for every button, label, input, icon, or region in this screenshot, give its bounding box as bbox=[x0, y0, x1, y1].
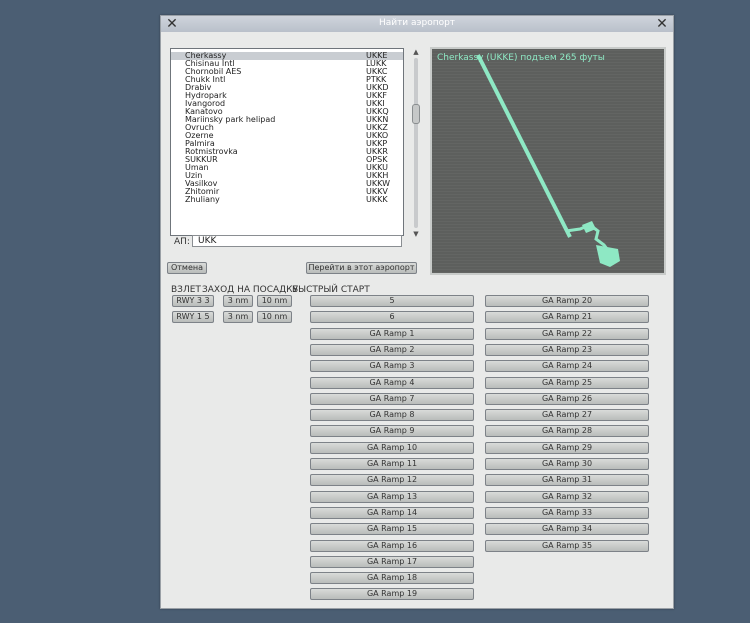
ramp-start-button[interactable]: GA Ramp 21 bbox=[485, 311, 649, 324]
airport-code: UKKK bbox=[366, 195, 388, 204]
ramp-start-button[interactable]: 5 bbox=[310, 295, 474, 307]
runway-strip bbox=[476, 54, 572, 238]
search-label: АП: bbox=[174, 237, 190, 247]
approach-3nm-button[interactable]: 3 nm bbox=[223, 311, 253, 323]
apron-small bbox=[582, 221, 596, 233]
ramp-start-button[interactable]: GA Ramp 23 bbox=[485, 343, 649, 356]
airport-map[interactable]: Cherkassy (UKKE) подъем 265 футы bbox=[430, 47, 666, 275]
ramp-start-button[interactable]: GA Ramp 3 bbox=[310, 360, 474, 373]
map-airport-label: Cherkassy (UKKE) подъем 265 футы bbox=[437, 53, 605, 63]
ramp-start-button[interactable]: GA Ramp 34 bbox=[485, 523, 649, 536]
goto-airport-button[interactable]: Перейти в этот аэропорт bbox=[306, 262, 417, 274]
close-icon-right[interactable]: ✕ bbox=[655, 16, 669, 32]
ramp-start-button[interactable]: GA Ramp 27 bbox=[485, 409, 649, 422]
ramp-start-button[interactable]: GA Ramp 4 bbox=[310, 376, 474, 389]
ramp-start-button[interactable]: GA Ramp 32 bbox=[485, 490, 649, 503]
ramp-start-button[interactable]: GA Ramp 17 bbox=[310, 555, 474, 568]
ramp-start-button[interactable]: GA Ramp 24 bbox=[485, 360, 649, 373]
window-title: Найти аэропорт bbox=[378, 18, 456, 28]
runway-takeoff-button[interactable]: RWY 3 3 bbox=[172, 295, 214, 307]
ramp-start-button[interactable]: GA Ramp 29 bbox=[485, 441, 649, 454]
quick-start-heading: БЫСТРЫЙ СТАРТ bbox=[292, 285, 370, 295]
ramp-start-button[interactable]: GA Ramp 19 bbox=[310, 588, 474, 601]
title-bar[interactable]: ✕ Найти аэропорт ✕ bbox=[161, 16, 673, 32]
ramp-start-button[interactable]: GA Ramp 33 bbox=[485, 506, 649, 519]
ramp-start-button[interactable]: GA Ramp 28 bbox=[485, 425, 649, 438]
ramp-start-button[interactable]: GA Ramp 9 bbox=[310, 425, 474, 438]
ramp-start-button[interactable]: GA Ramp 14 bbox=[310, 506, 474, 519]
ramp-start-button[interactable]: GA Ramp 31 bbox=[485, 474, 649, 487]
ramp-start-button[interactable]: 6 bbox=[310, 311, 474, 324]
airport-name: Zhuliany bbox=[185, 195, 220, 204]
airport-search-input[interactable]: UKK bbox=[192, 235, 402, 247]
ramp-start-button[interactable]: GA Ramp 22 bbox=[485, 327, 649, 340]
runway-diagram bbox=[476, 54, 620, 267]
takeoff-heading: ВЗЛЕТ bbox=[171, 285, 201, 295]
ramp-start-button[interactable]: GA Ramp 13 bbox=[310, 490, 474, 503]
cancel-button[interactable]: Отмена bbox=[167, 262, 207, 274]
list-scrollbar[interactable]: ▲ ▼ bbox=[412, 48, 420, 238]
ramp-start-button[interactable]: GA Ramp 30 bbox=[485, 458, 649, 470]
ramp-start-button[interactable]: GA Ramp 1 bbox=[310, 327, 474, 340]
apron bbox=[596, 245, 620, 267]
ramp-start-button[interactable]: GA Ramp 26 bbox=[485, 392, 649, 405]
ramp-start-button[interactable]: GA Ramp 8 bbox=[310, 409, 474, 422]
approach-3nm-button[interactable]: 3 nm bbox=[223, 295, 253, 307]
scroll-thumb[interactable] bbox=[412, 104, 420, 124]
airport-list[interactable]: Cherkassy UKKE Chisinau Intl LUKK Chornobil … bbox=[170, 48, 404, 236]
approach-heading: ЗАХОД НА ПОСАДКУ bbox=[202, 285, 299, 295]
ramp-start-button[interactable]: GA Ramp 35 bbox=[485, 539, 649, 552]
find-airport-window: ✕ Найти аэропорт ✕ Cherkassy UKKE Chisinau… bbox=[160, 15, 674, 609]
ramp-start-button[interactable]: GA Ramp 20 bbox=[485, 295, 649, 307]
scroll-up-arrow-icon[interactable]: ▲ bbox=[412, 48, 420, 56]
runway-takeoff-button[interactable]: RWY 1 5 bbox=[172, 311, 214, 323]
scroll-track[interactable] bbox=[414, 58, 418, 228]
ramp-start-button[interactable]: GA Ramp 7 bbox=[310, 392, 474, 405]
ramp-start-button[interactable]: GA Ramp 2 bbox=[310, 343, 474, 356]
ramp-start-button[interactable]: GA Ramp 12 bbox=[310, 474, 474, 487]
ramp-start-button[interactable]: GA Ramp 18 bbox=[310, 572, 474, 585]
ramp-start-button[interactable]: GA Ramp 25 bbox=[485, 376, 649, 389]
ramp-start-button[interactable]: GA Ramp 10 bbox=[310, 441, 474, 454]
ramp-start-button[interactable]: GA Ramp 15 bbox=[310, 523, 474, 536]
ramp-start-button[interactable]: GA Ramp 11 bbox=[310, 458, 474, 470]
ramp-start-button[interactable]: GA Ramp 16 bbox=[310, 539, 474, 552]
approach-10nm-button[interactable]: 10 nm bbox=[257, 311, 292, 323]
scroll-down-arrow-icon[interactable]: ▼ bbox=[412, 230, 420, 238]
airport-list-item[interactable]: Zhuliany UKKK bbox=[171, 196, 403, 204]
approach-10nm-button[interactable]: 10 nm bbox=[257, 295, 292, 307]
